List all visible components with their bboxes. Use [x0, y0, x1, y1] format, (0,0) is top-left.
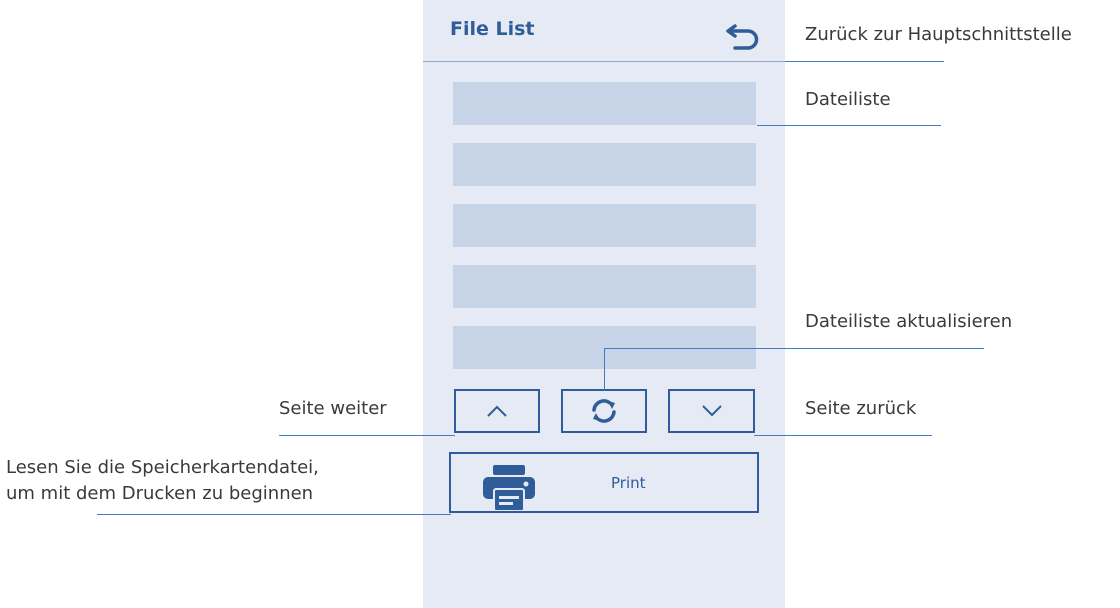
page-down-button[interactable] — [668, 389, 755, 433]
page-title: File List — [450, 18, 535, 40]
file-list-item[interactable] — [453, 204, 756, 247]
annotation-print-line1: Lesen Sie die Speicherkartendatei, — [6, 457, 319, 478]
leader-line-page-down — [754, 435, 932, 436]
leader-line-print — [97, 514, 451, 515]
leader-line-file-list — [757, 125, 941, 126]
header-divider — [423, 61, 785, 62]
leader-line-page-up — [279, 435, 455, 436]
page-up-button[interactable] — [454, 389, 540, 433]
leader-line-back — [785, 61, 944, 62]
annotation-page-up: Seite weiter — [279, 398, 387, 419]
back-button[interactable] — [723, 20, 763, 54]
chevron-up-icon — [487, 405, 507, 417]
annotation-file-list: Dateiliste — [805, 89, 891, 110]
leader-line-refresh-vertical — [604, 348, 605, 391]
leader-line-refresh — [604, 348, 984, 349]
annotation-back: Zurück zur Hauptschnittstelle — [805, 24, 1072, 45]
file-list-item[interactable] — [453, 143, 756, 186]
file-list-item[interactable] — [453, 82, 756, 125]
file-list-item[interactable] — [453, 265, 756, 308]
annotation-refresh: Dateiliste aktualisieren — [805, 311, 1013, 332]
printer-icon — [483, 465, 535, 511]
printer-screen: File List Print — [423, 0, 785, 608]
refresh-icon — [592, 399, 616, 423]
chevron-down-icon — [701, 405, 722, 417]
back-arrow-icon — [726, 24, 759, 50]
annotation-page-down: Seite zurück — [805, 398, 917, 419]
print-button[interactable]: Print — [449, 452, 759, 513]
print-label: Print — [611, 474, 646, 492]
refresh-button[interactable] — [561, 389, 647, 433]
annotation-print-line2: um mit dem Drucken zu beginnen — [6, 483, 314, 504]
